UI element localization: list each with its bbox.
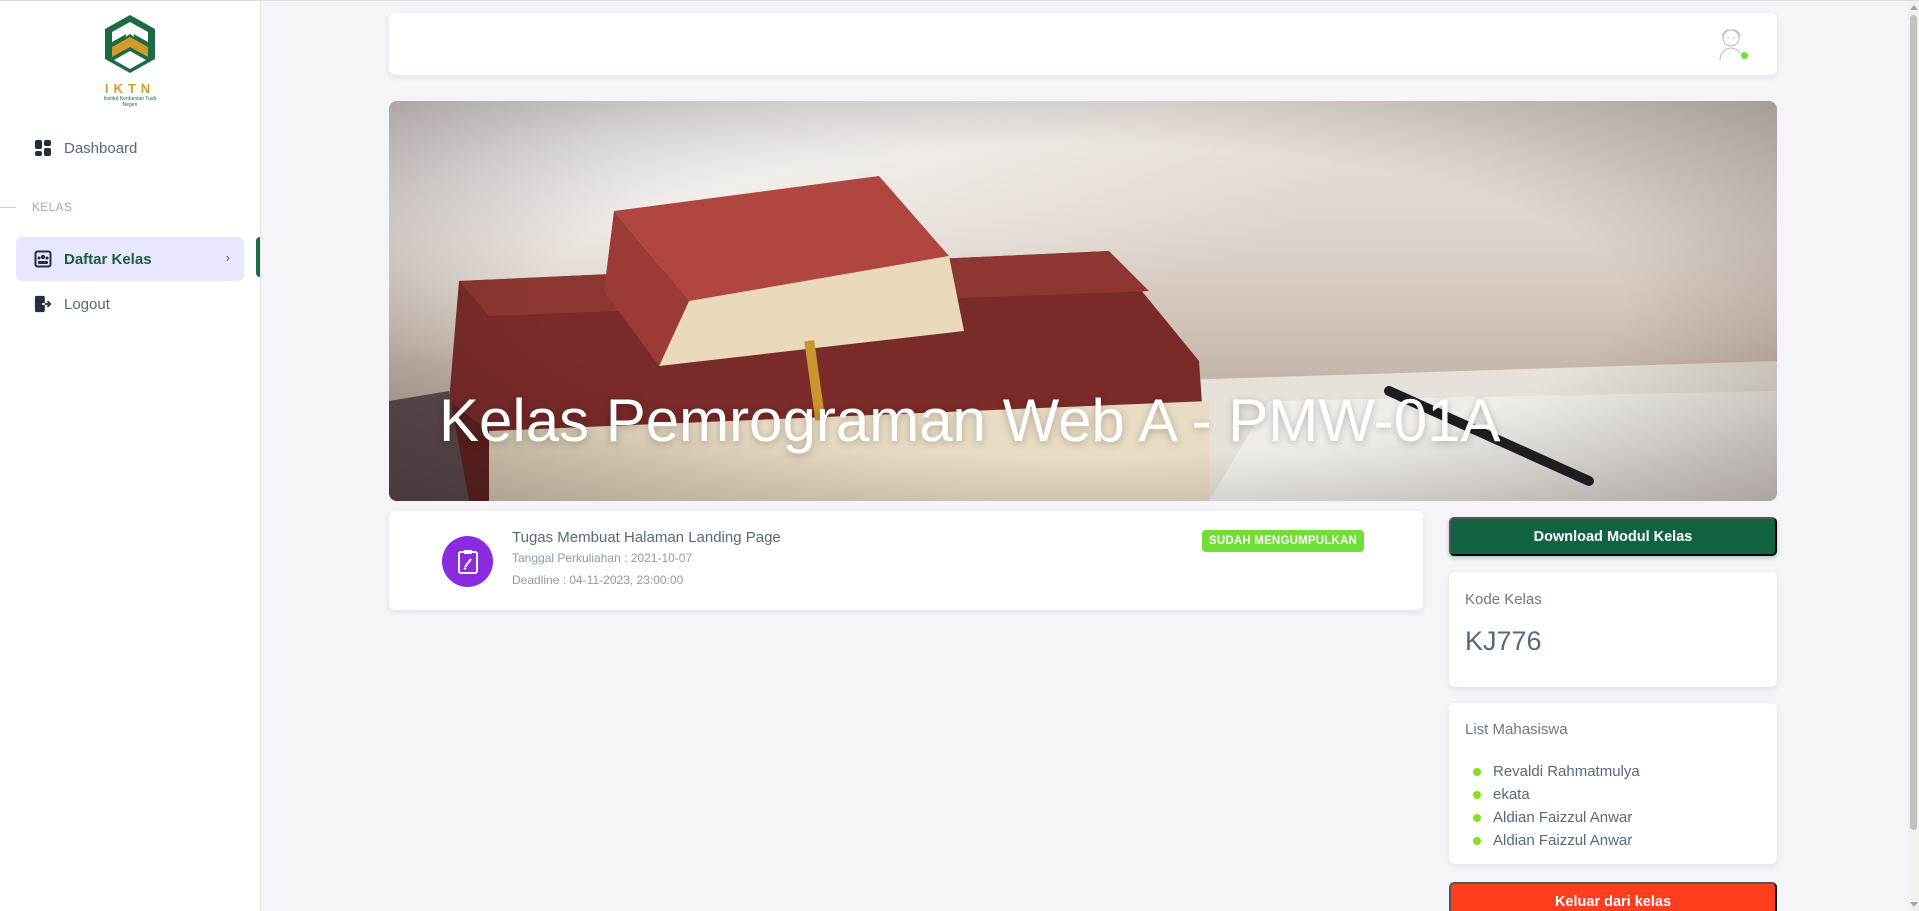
top-navbar bbox=[389, 13, 1777, 75]
sidebar-item-logout[interactable]: Logout bbox=[16, 282, 244, 326]
chevron-right-icon: › bbox=[225, 250, 230, 265]
logo-emblem-icon bbox=[105, 15, 155, 73]
classroom-icon bbox=[34, 250, 52, 268]
status-badge: SUDAH MENGUMPULKAN bbox=[1202, 530, 1364, 552]
logo-wordmark: IKTN bbox=[104, 81, 156, 96]
sidebar-item-daftar-kelas[interactable]: Daftar Kelas › bbox=[16, 237, 244, 281]
sidebar-item-label: Logout bbox=[64, 295, 110, 313]
class-title: Kelas Pemrograman Web A - PMW-01A bbox=[439, 387, 1501, 454]
page-scrollbar[interactable] bbox=[1908, 1, 1919, 911]
list-item: Aldian Faizzul Anwar bbox=[1473, 806, 1640, 829]
class-code-label: Kode Kelas bbox=[1465, 591, 1542, 608]
list-item: Revaldi Rahmatmulya bbox=[1473, 760, 1640, 783]
sidebar-item-label: Dashboard bbox=[64, 139, 138, 157]
scroll-up-icon[interactable] bbox=[1910, 5, 1918, 10]
student-name: Aldian Faizzul Anwar bbox=[1493, 809, 1633, 826]
class-code-value: KJ776 bbox=[1465, 626, 1542, 656]
bullet-icon bbox=[1473, 836, 1481, 845]
assignment-card[interactable]: Tugas Membuat Halaman Landing Page Tangg… bbox=[389, 511, 1423, 610]
section-divider bbox=[0, 206, 16, 208]
section-label: KELAS bbox=[32, 200, 73, 214]
assignment-date: Tanggal Perkuliahan : 2021-10-07 bbox=[512, 551, 693, 565]
app-logo[interactable]: IKTN Institut Kerdamian Tuah Negeri bbox=[100, 13, 160, 115]
bullet-icon bbox=[1473, 813, 1481, 822]
sidebar-section-header: KELAS bbox=[0, 199, 72, 215]
student-list: Revaldi Rahmatmulya ekata Aldian Faizzul… bbox=[1473, 760, 1640, 852]
top-border bbox=[0, 0, 1919, 1]
user-avatar[interactable] bbox=[1715, 27, 1749, 61]
bullet-icon bbox=[1473, 767, 1481, 776]
sidebar: IKTN Institut Kerdamian Tuah Negeri Dash… bbox=[0, 1, 261, 911]
logout-icon bbox=[34, 295, 52, 313]
assignment-deadline: Deadline : 04-11-2023, 23:00:00 bbox=[512, 573, 684, 587]
assignment-title[interactable]: Tugas Membuat Halaman Landing Page bbox=[512, 529, 781, 546]
sidebar-item-label: Daftar Kelas bbox=[64, 250, 152, 268]
student-name: ekata bbox=[1493, 786, 1530, 803]
leave-class-button[interactable]: Keluar dari kelas bbox=[1449, 882, 1777, 911]
sidebar-item-dashboard[interactable]: Dashboard bbox=[16, 126, 244, 170]
student-list-card: List Mahasiswa Revaldi Rahmatmulya ekata… bbox=[1449, 703, 1777, 864]
class-code-card: Kode Kelas KJ776 bbox=[1449, 572, 1777, 687]
class-banner: Kelas Pemrograman Web A - PMW-01A bbox=[389, 101, 1777, 501]
student-list-label: List Mahasiswa bbox=[1465, 721, 1568, 738]
active-indicator bbox=[256, 237, 260, 277]
dashboard-icon bbox=[34, 139, 52, 157]
scrollbar-thumb[interactable] bbox=[1910, 15, 1917, 830]
student-name: Aldian Faizzul Anwar bbox=[1493, 832, 1633, 849]
logo-subtitle: Institut Kerdamian Tuah Negeri bbox=[103, 96, 157, 108]
list-item: ekata bbox=[1473, 783, 1640, 806]
bullet-icon bbox=[1473, 790, 1481, 799]
assignment-icon bbox=[442, 536, 493, 587]
scroll-down-icon[interactable] bbox=[1910, 902, 1918, 907]
list-item: Aldian Faizzul Anwar bbox=[1473, 829, 1640, 852]
student-name: Revaldi Rahmatmulya bbox=[1493, 763, 1640, 780]
download-module-button[interactable]: Download Modul Kelas bbox=[1449, 517, 1777, 556]
online-status-dot bbox=[1740, 51, 1749, 60]
